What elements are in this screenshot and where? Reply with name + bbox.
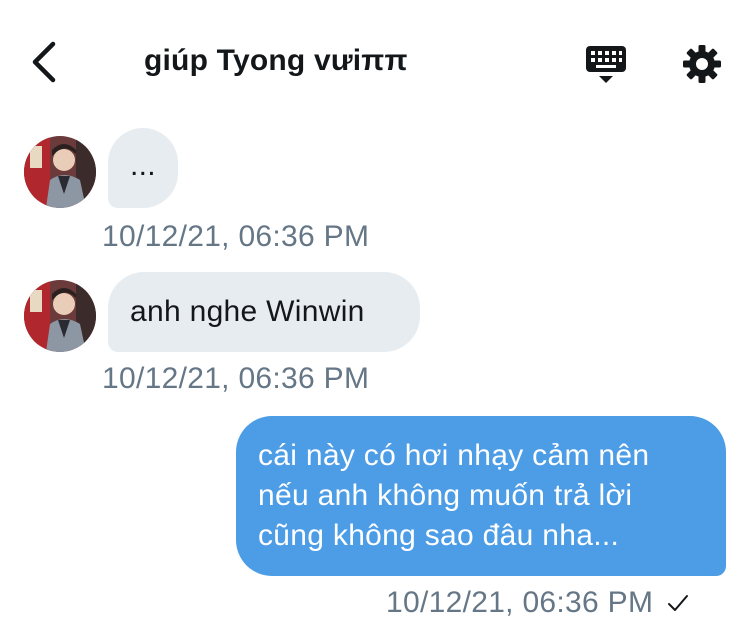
checkmark-icon	[667, 587, 689, 621]
sender-avatar[interactable]	[24, 136, 96, 208]
dm-conversation-screen: giúp Tyong vưiππ ... 10/12/21, 06:36 PM …	[0, 0, 750, 630]
message-bubble[interactable]: ...	[108, 128, 178, 208]
conversation-title[interactable]: giúp Tyong vưiππ	[144, 44, 408, 78]
sender-avatar[interactable]	[24, 280, 96, 352]
message-timestamp: 10/12/21, 06:36 PM	[102, 362, 370, 395]
keyboard-button[interactable]	[582, 40, 630, 88]
gear-icon	[683, 45, 721, 83]
settings-button[interactable]	[678, 40, 726, 88]
conversation-header: giúp Tyong vưiππ	[0, 0, 750, 120]
message-timestamp-row: 10/12/21, 06:36 PM	[386, 586, 689, 621]
message-line: cũng không sao đâu nha...	[258, 519, 620, 552]
message-line: cái này có hơi nhạy cảm nên	[258, 439, 650, 472]
message-bubble[interactable]: cái này có hơi nhạy cảm nên nếu anh khôn…	[236, 416, 726, 576]
message-line: nếu anh không muốn trả lời	[258, 479, 633, 512]
message-timestamp: 10/12/21, 06:36 PM	[102, 220, 370, 253]
avatar-photo	[24, 280, 96, 352]
chevron-left-icon	[32, 41, 56, 83]
keyboard-icon	[586, 46, 626, 83]
message-timestamp: 10/12/21, 06:36 PM	[386, 586, 654, 619]
avatar-photo	[24, 136, 96, 208]
message-bubble[interactable]: anh nghe Winwin	[108, 272, 420, 352]
back-button[interactable]	[20, 38, 68, 86]
